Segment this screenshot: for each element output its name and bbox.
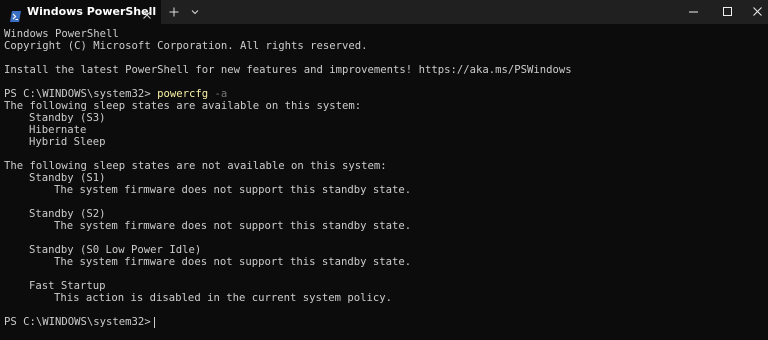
- terminal-output[interactable]: Windows PowerShell Copyright (C) Microso…: [4, 28, 764, 336]
- header-line-2: Copyright (C) Microsoft Corporation. All…: [4, 40, 368, 52]
- unavailable-state-name: Standby (S2): [29, 208, 106, 220]
- unavailable-state-reason: This action is disabled in the current s…: [54, 292, 393, 304]
- available-state: Hibernate: [29, 124, 87, 136]
- maximize-icon: [723, 7, 732, 16]
- available-state: Hybrid Sleep: [29, 136, 106, 148]
- tab-title: Windows PowerShell: [27, 5, 157, 18]
- tab-windows-powershell[interactable]: Windows PowerShell: [0, 0, 161, 24]
- unavailable-header: The following sleep states are not avail…: [4, 160, 387, 172]
- unavailable-state-reason: The system firmware does not support thi…: [54, 184, 412, 196]
- command-arg: -a: [214, 88, 228, 100]
- command-name: powercfg: [157, 88, 209, 100]
- unavailable-state-reason: The system firmware does not support thi…: [54, 256, 412, 268]
- maximize-button[interactable]: [712, 0, 744, 24]
- new-tab-button[interactable]: [166, 4, 182, 20]
- unavailable-state-name: Fast Startup: [29, 280, 106, 292]
- prompt: PS C:\WINDOWS\system32>: [4, 316, 151, 328]
- chevron-down-icon: [191, 10, 199, 15]
- prompt-line[interactable]: PS C:\WINDOWS\system32>: [4, 316, 764, 328]
- text-cursor: [153, 316, 155, 328]
- unavailable-state-reason: The system firmware does not support thi…: [54, 220, 412, 232]
- minimize-button[interactable]: [678, 0, 710, 24]
- close-window-button[interactable]: [742, 0, 768, 24]
- available-state: Standby (S3): [29, 112, 106, 124]
- install-hint: Install the latest PowerShell for new fe…: [4, 64, 572, 76]
- close-icon: [753, 7, 762, 16]
- command-line: PS C:\WINDOWS\system32> powercfg -a: [4, 88, 764, 100]
- minimize-icon: [689, 11, 698, 13]
- title-bar: Windows PowerShell: [0, 0, 768, 24]
- unavailable-state-name: Standby (S1): [29, 172, 106, 184]
- tab-close-icon[interactable]: [141, 6, 153, 19]
- powershell-icon: [10, 7, 21, 22]
- terminal-window: Windows PowerShell Windows PowerShell Co…: [0, 0, 768, 340]
- unavailable-state-name: Standby (S0 Low Power Idle): [29, 244, 202, 256]
- available-header: The following sleep states are available…: [4, 100, 362, 112]
- tab-dropdown-button[interactable]: [187, 4, 203, 20]
- prompt: PS C:\WINDOWS\system32>: [4, 88, 151, 100]
- plus-icon: [169, 7, 179, 17]
- header-line-1: Windows PowerShell: [4, 28, 119, 40]
